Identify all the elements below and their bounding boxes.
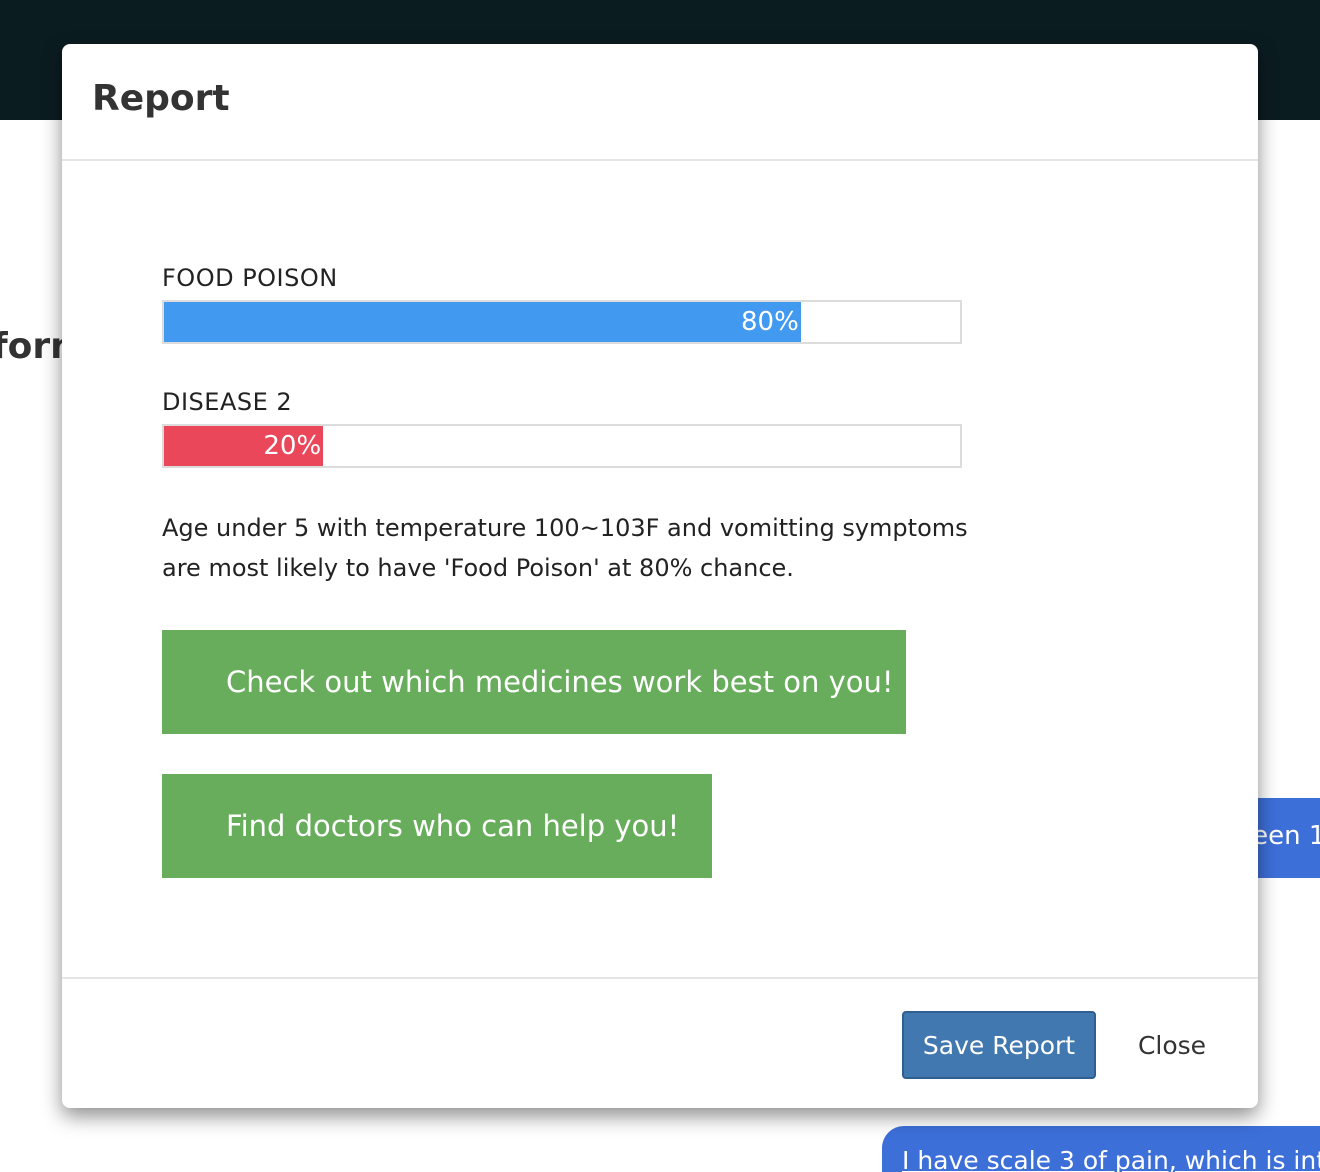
progress-fill: 20% [164,426,324,466]
result-disease-2: DISEASE 2 20% [162,386,962,468]
modal-title: Report [92,78,230,119]
page: forn reen 1 I have scale 3 of pain, whic… [0,0,1320,1172]
result-label: DISEASE 2 [162,388,293,416]
save-report-button[interactable]: Save Report [902,1011,1096,1079]
report-description: Age under 5 with temperature 100~103F an… [162,514,968,582]
report-modal: Report FOOD POISON 80% DISEASE 2 20% Age… [62,44,1258,1108]
modal-header: Report [62,44,1258,161]
progress-bar: 80% [162,300,962,344]
close-button[interactable]: Close [1122,1011,1222,1079]
progress-bar: 20% [162,424,962,468]
modal-footer: Save Report Close [62,977,1258,1108]
result-label: FOOD POISON [162,264,338,292]
result-food-poison: FOOD POISON 80% [162,262,962,344]
medicines-button[interactable]: Check out which medicines work best on y… [162,630,906,734]
find-doctors-button[interactable]: Find doctors who can help you! [162,774,712,878]
background-chat-bubble-user[interactable]: I have scale 3 of pain, which is inter [882,1126,1320,1172]
progress-fill: 80% [164,302,801,342]
